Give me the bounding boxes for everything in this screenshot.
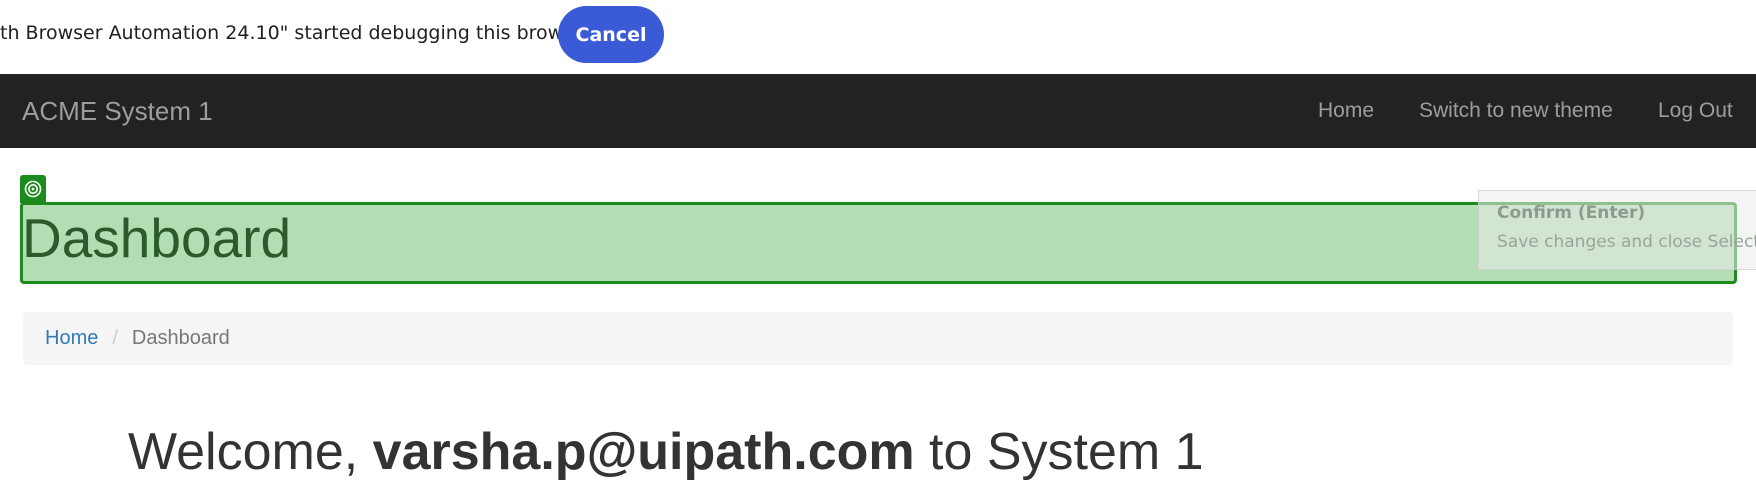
confirm-tooltip-description: Save changes and close Selection — [1497, 232, 1756, 252]
confirm-tooltip[interactable]: Confirm (Enter) Save changes and close S… — [1478, 190, 1756, 270]
nav-link-logout[interactable]: Log Out — [1658, 99, 1733, 123]
breadcrumb: Home / Dashboard — [23, 312, 1733, 365]
welcome-suffix: to System 1 — [914, 423, 1204, 481]
welcome-user: varsha.p@uipath.com — [372, 423, 915, 481]
target-icon[interactable] — [20, 175, 46, 203]
debug-banner: th Browser Automation 24.10" started deb… — [0, 0, 1756, 74]
navbar: ACME System 1 Home Switch to new theme L… — [0, 74, 1756, 148]
cancel-button[interactable]: Cancel — [558, 6, 664, 63]
confirm-tooltip-title: Confirm (Enter) — [1497, 203, 1646, 223]
welcome-heading: Welcome, varsha.p@uipath.com to System 1 — [128, 422, 1204, 482]
page-title: Dashboard — [22, 207, 292, 269]
nav-link-home[interactable]: Home — [1318, 99, 1374, 123]
breadcrumb-home-link[interactable]: Home — [45, 327, 98, 350]
breadcrumb-current: Dashboard — [131, 327, 230, 349]
debug-message: th Browser Automation 24.10" started deb… — [0, 22, 593, 44]
breadcrumb-separator: / — [112, 327, 118, 349]
navbar-brand[interactable]: ACME System 1 — [22, 96, 213, 127]
welcome-prefix: Welcome, — [128, 423, 373, 481]
nav-link-switch-theme[interactable]: Switch to new theme — [1419, 99, 1613, 123]
